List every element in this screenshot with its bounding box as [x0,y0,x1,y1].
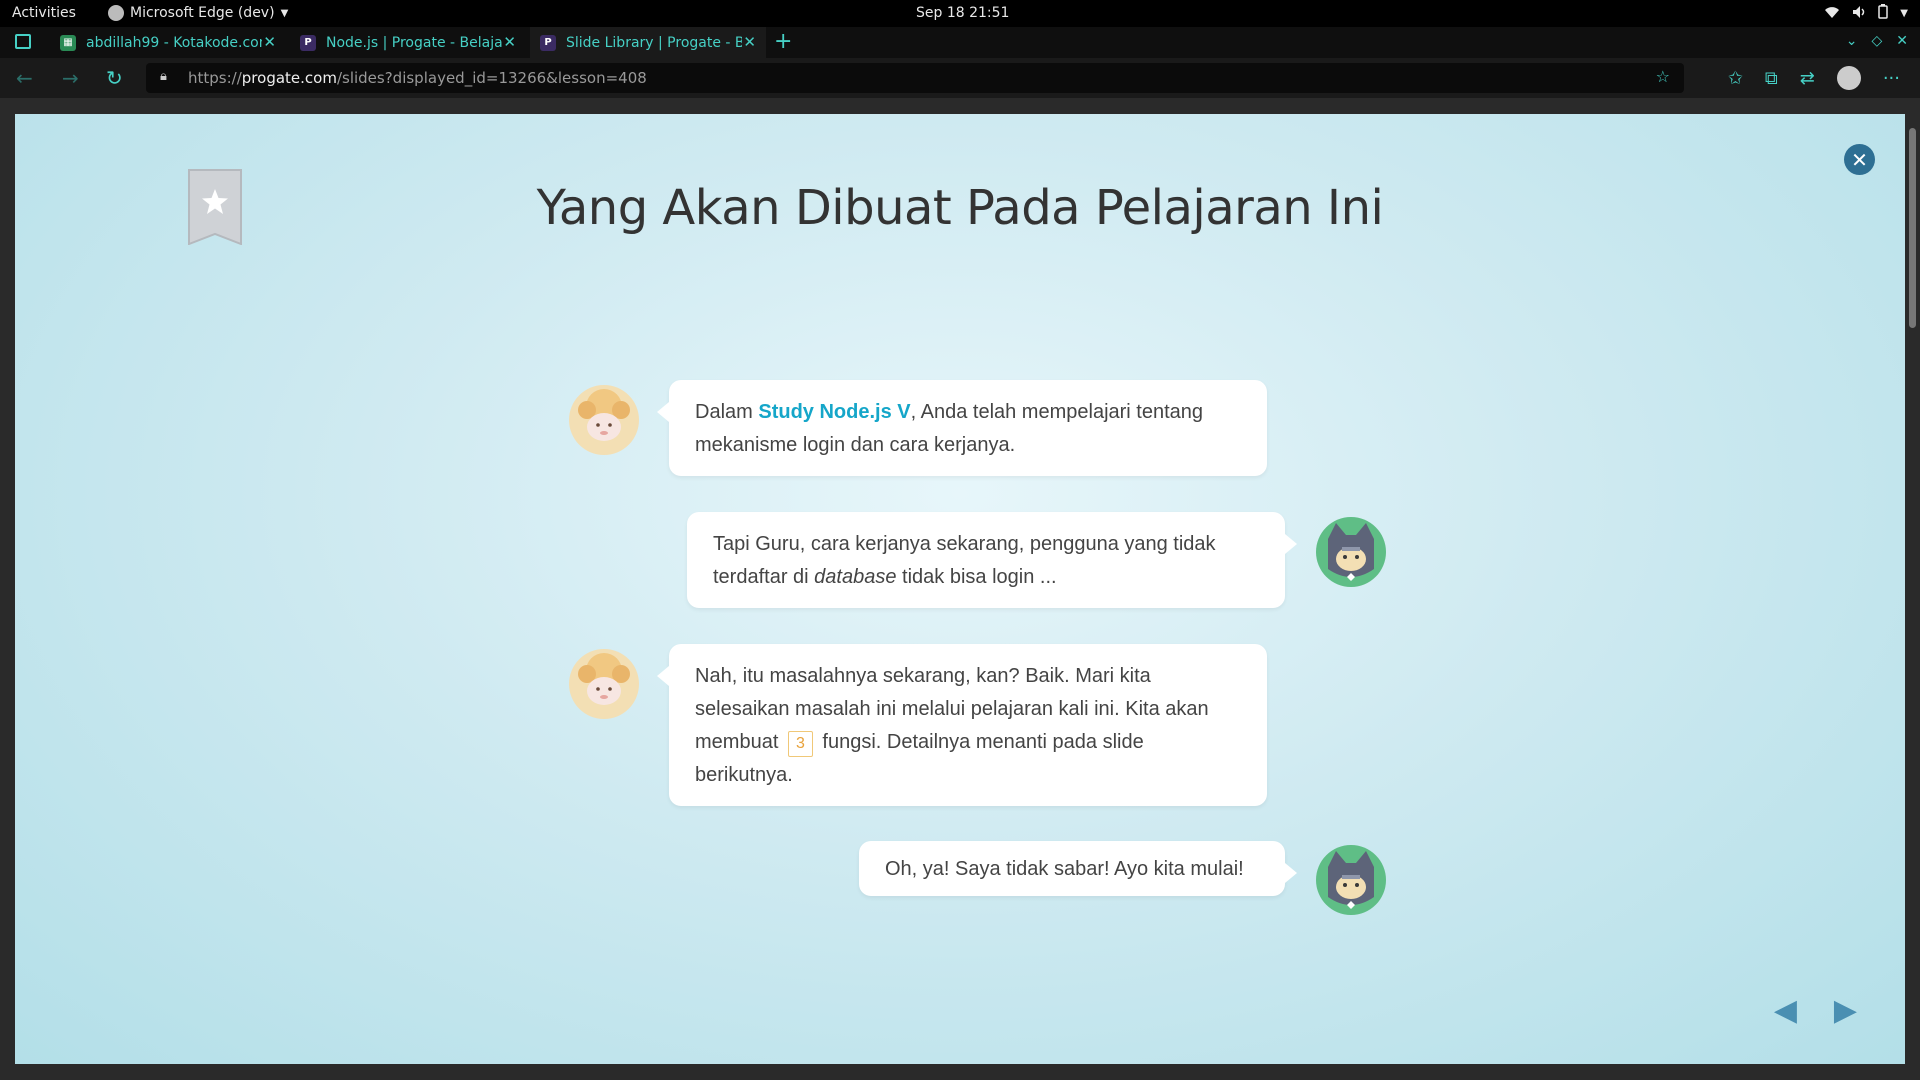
page-scrollbar[interactable] [1905,98,1920,1080]
message-text: tidak bisa login ... [896,566,1057,588]
app-menu[interactable]: Microsoft Edge (dev) ▼ [108,5,288,21]
system-top-bar: Activities Microsoft Edge (dev) ▼ Sep 18… [0,0,1920,27]
ninja-student-avatar [1316,845,1386,915]
number-badge: 3 [787,731,813,757]
minimize-diamond-icon[interactable]: ◇ [1871,33,1882,49]
progate-favicon-icon: P [300,34,316,51]
share-icon[interactable]: ⇄ [1800,68,1815,89]
back-arrow-icon[interactable]: ← [16,66,33,90]
url-path: /slides?displayed_id=13266&lesson=408 [336,69,647,87]
url-host: progate.com [241,69,337,87]
address-bar[interactable]: 🔒︎ https://progate.com/slides?displayed_… [146,63,1684,93]
chat-bubble: Tapi Guru, cara kerjanya sekarang, pengg… [687,512,1297,608]
add-favorite-star-icon[interactable]: ☆ [1656,67,1670,86]
collections-icon[interactable]: ⧉ [1765,68,1778,89]
tab-kotakode[interactable]: ▦ abdillah99 - Kotakode.com ✕ [50,27,286,58]
tab-slide-library[interactable]: P Slide Library | Progate - Belajar ✕ [530,27,766,58]
tab-list-chevron-icon[interactable]: ⌄ [1846,33,1858,49]
ninja-student-avatar [1316,517,1386,587]
progate-favicon-icon: P [540,34,556,51]
lock-icon[interactable]: 🔒︎ [160,69,167,84]
sheep-teacher-avatar [569,385,639,455]
scrollbar-thumb[interactable] [1909,128,1916,328]
previous-slide-arrow-icon[interactable]: ◀ [1774,993,1797,1028]
tab-nodejs[interactable]: P Node.js | Progate - Belajar ✕ [290,27,526,58]
edge-app-icon [108,5,124,21]
chat-bubble: Oh, ya! Saya tidak sabar! Ayo kita mulai… [859,841,1297,896]
power-menu-caret-icon[interactable]: ▼ [1900,8,1908,19]
battery-icon[interactable] [1878,4,1889,23]
slide-modal: ✕ Yang Akan Dibuat Pada Pelajaran Ini Da… [15,114,1905,1064]
close-modal-button[interactable]: ✕ [1844,144,1875,175]
chat-bubble: Dalam Study Node.js V, Anda telah mempel… [657,380,1267,476]
close-tab-icon[interactable]: ✕ [263,33,276,51]
tab-strip: ▦ abdillah99 - Kotakode.com ✕ P Node.js … [0,27,1920,58]
favorites-icon[interactable]: ✩ [1728,68,1743,89]
next-slide-arrow-icon[interactable]: ▶ [1834,993,1857,1028]
profile-avatar-icon[interactable] [1836,66,1861,90]
address-url[interactable]: https://progate.com/slides?displayed_id=… [188,69,647,87]
url-scheme: https:// [188,69,242,87]
tab-title: Slide Library | Progate - Belajar [566,34,742,51]
chat-bubble: Nah, itu masalahnya sekarang, kan? Baik.… [657,644,1267,806]
close-tab-icon[interactable]: ✕ [503,33,516,51]
slide-title: Yang Akan Dibuat Pada Pelajaran Ini [536,180,1384,236]
message-emphasis: database [814,566,897,588]
close-tab-icon[interactable]: ✕ [743,33,756,51]
more-menu-icon[interactable]: ··· [1883,68,1900,89]
tab-title: Node.js | Progate - Belajar [326,34,502,51]
message-text: Dalam [695,401,759,423]
vertical-tabs-icon[interactable] [15,34,31,49]
toolbar-icons: ✩ ⧉ ⇄ ··· [1728,66,1900,90]
wifi-icon[interactable] [1824,5,1840,23]
tab-controls: ⌄ ◇ ✕ [1846,33,1908,49]
system-tray[interactable]: ▼ [1824,4,1908,23]
message-text: Oh, ya! Saya tidak sabar! Ayo kita mulai… [885,858,1244,880]
refresh-icon[interactable]: ↻ [106,66,123,90]
kotakode-favicon-icon: ▦ [60,34,76,51]
activities-button[interactable]: Activities [12,5,76,21]
navigation-bar: ← → ↻ 🔒︎ https://progate.com/slides?disp… [0,58,1920,98]
tab-title: abdillah99 - Kotakode.com [86,34,262,51]
new-tab-plus-icon[interactable]: + [774,29,792,54]
close-window-icon[interactable]: ✕ [1896,33,1908,49]
forward-arrow-icon[interactable]: → [62,66,79,90]
sheep-teacher-avatar [569,649,639,719]
course-link[interactable]: Study Node.js V [758,401,910,423]
app-menu-label: Microsoft Edge (dev) [130,5,275,21]
clock[interactable]: Sep 18 21:51 [916,5,1009,21]
caret-down-icon: ▼ [280,7,289,19]
volume-icon[interactable] [1852,5,1866,23]
